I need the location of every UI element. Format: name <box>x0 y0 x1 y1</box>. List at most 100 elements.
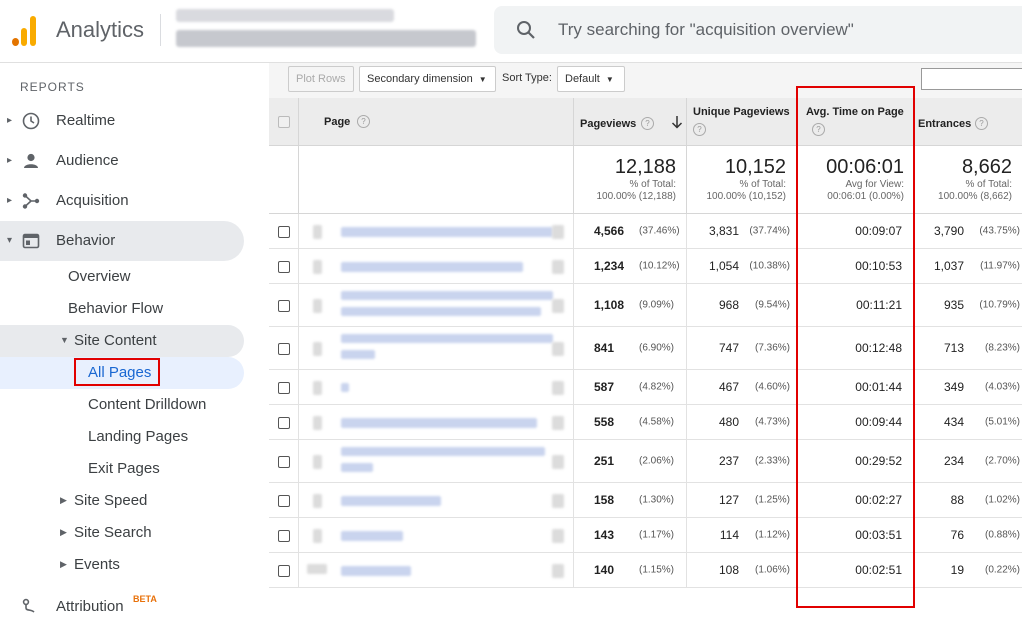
sidebar-subitem-exit-pages[interactable]: Exit Pages <box>0 453 244 485</box>
sort-descending-arrow-icon[interactable] <box>671 115 683 129</box>
totals-spacer <box>269 146 299 214</box>
page-cell <box>299 553 574 587</box>
entrances-cell: 713 (8.23%) <box>915 327 1022 369</box>
secondary-dimension-dropdown[interactable]: Secondary dimension ▼ <box>359 66 496 92</box>
sidebar-subitem-overview[interactable]: Overview <box>0 261 244 293</box>
row-checkbox-cell <box>269 284 299 326</box>
table-filter-input[interactable] <box>921 68 1022 90</box>
sort-type-value: Default <box>565 73 600 85</box>
row-checkbox[interactable] <box>278 299 290 312</box>
sidebar-item-attribution[interactable]: Attribution BETA <box>0 587 244 627</box>
sidebar-subitem-site-speed[interactable]: ▶ Site Speed <box>0 485 244 517</box>
sidebar-subitem-content-drilldown[interactable]: Content Drilldown <box>0 389 244 421</box>
help-icon[interactable]: ? <box>641 117 654 130</box>
header-divider <box>160 14 161 46</box>
account-name-blurred[interactable] <box>176 9 394 22</box>
page-path-blurred[interactable] <box>341 350 375 359</box>
acquisition-icon <box>22 193 40 209</box>
total-detail: 100.00% (12,188) <box>596 191 676 202</box>
behavior-icon <box>22 233 40 249</box>
chevron-down-icon: ▼ <box>605 75 614 84</box>
page-path-blurred[interactable] <box>341 261 523 272</box>
row-checkbox[interactable] <box>278 260 290 273</box>
row-action-icon-blurred[interactable] <box>552 493 564 508</box>
subitem-label: Site Content <box>74 332 157 349</box>
sidebar-item-realtime[interactable]: ▸ Realtime <box>0 101 244 141</box>
page-path-blurred[interactable] <box>341 417 537 428</box>
page-path-blurred[interactable] <box>341 495 441 506</box>
pageviews-percent: (6.90%) <box>639 342 675 354</box>
plot-rows-button[interactable]: Plot Rows <box>288 66 354 92</box>
page-path-blurred[interactable] <box>341 530 403 541</box>
row-checkbox[interactable] <box>278 455 290 468</box>
unique-pageviews-column-header[interactable]: Unique Pageviews ? <box>687 98 797 146</box>
collapse-arrow-icon: ▼ <box>60 335 69 345</box>
page-path-blurred[interactable] <box>341 565 411 576</box>
help-icon[interactable]: ? <box>975 117 988 130</box>
entrances-column-header[interactable]: Entrances ? <box>915 98 1022 146</box>
row-checkbox[interactable] <box>278 342 290 355</box>
row-checkbox[interactable] <box>278 564 290 577</box>
row-action-icon-blurred[interactable] <box>552 380 564 395</box>
row-action-icon-blurred[interactable] <box>552 341 564 356</box>
unique-pageviews-value: 3,831 <box>708 224 739 238</box>
sidebar-subitem-site-search[interactable]: ▶ Site Search <box>0 517 244 549</box>
unique-pageviews-cell: 968 (9.54%) <box>687 284 797 326</box>
sidebar-item-acquisition[interactable]: ▸ Acquisition <box>0 181 244 221</box>
row-action-icon-blurred[interactable] <box>552 259 564 274</box>
page-path-blurred[interactable] <box>341 334 553 343</box>
page-cell <box>299 327 574 369</box>
row-checkbox[interactable] <box>278 494 290 507</box>
page-path-blurred[interactable] <box>341 383 349 392</box>
sidebar-item-audience[interactable]: ▸ Audience <box>0 141 244 181</box>
pageviews-column-header[interactable]: Pageviews ? <box>574 98 687 146</box>
pageviews-percent: (10.12%) <box>639 260 680 272</box>
page-column-header[interactable]: Page ? <box>299 98 574 146</box>
page-path-blurred[interactable] <box>341 226 553 237</box>
row-action-icon-blurred[interactable] <box>552 563 564 578</box>
totals-page-cell <box>299 146 574 214</box>
row-action-icon-blurred[interactable] <box>552 528 564 543</box>
unique-pageviews-percent: (2.33%) <box>754 455 790 467</box>
page-path-blurred[interactable] <box>341 291 553 300</box>
select-all-checkbox[interactable] <box>278 116 290 128</box>
search-icon <box>517 21 535 39</box>
sort-type-dropdown[interactable]: Default ▼ <box>557 66 625 92</box>
expand-arrow-icon: ▸ <box>7 115 13 126</box>
sidebar-subitem-site-content[interactable]: ▼ Site Content <box>0 325 244 357</box>
analytics-logo-icon[interactable] <box>12 14 40 46</box>
unique-pageviews-percent: (37.74%) <box>749 225 790 237</box>
row-checkbox[interactable] <box>278 416 290 429</box>
pageviews-cell: 1,234 (10.12%) <box>574 249 687 283</box>
row-checkbox[interactable] <box>278 381 290 394</box>
row-action-icon-blurred[interactable] <box>552 454 564 469</box>
property-name-blurred[interactable] <box>176 30 476 47</box>
row-action-icon-blurred[interactable] <box>552 415 564 430</box>
help-icon[interactable]: ? <box>693 123 706 136</box>
row-action-icon-blurred[interactable] <box>552 298 564 313</box>
sidebar-subitem-events[interactable]: ▶ Events <box>0 549 244 581</box>
help-icon[interactable]: ? <box>357 115 370 128</box>
page-cell <box>299 370 574 404</box>
unique-pageviews-cell: 467 (4.60%) <box>687 370 797 404</box>
pageviews-cell: 1,108 (9.09%) <box>574 284 687 326</box>
total-value: 8,662 <box>961 156 1012 178</box>
subitem-label: Content Drilldown <box>88 396 207 413</box>
page-path-blurred[interactable] <box>341 447 545 456</box>
entrances-percent: (0.88%) <box>984 529 1020 541</box>
row-checkbox[interactable] <box>278 529 290 542</box>
page-path-blurred[interactable] <box>341 307 541 316</box>
pageviews-percent: (1.15%) <box>639 564 675 576</box>
search-bar[interactable]: Try searching for "acquisition overview" <box>494 6 1022 54</box>
page-cell <box>299 249 574 283</box>
row-action-icon-blurred[interactable] <box>552 224 564 239</box>
column-header-label: Page <box>324 116 351 128</box>
sidebar-item-behavior[interactable]: ▾ Behavior <box>0 221 244 261</box>
page-path-blurred[interactable] <box>341 463 373 472</box>
sidebar-subitem-behavior-flow[interactable]: Behavior Flow <box>0 293 244 325</box>
sidebar-subitem-landing-pages[interactable]: Landing Pages <box>0 421 244 453</box>
unique-pageviews-percent: (1.12%) <box>754 529 790 541</box>
row-checkbox[interactable] <box>278 225 290 238</box>
pageviews-value: 143 <box>594 528 615 542</box>
clock-icon <box>22 112 40 130</box>
